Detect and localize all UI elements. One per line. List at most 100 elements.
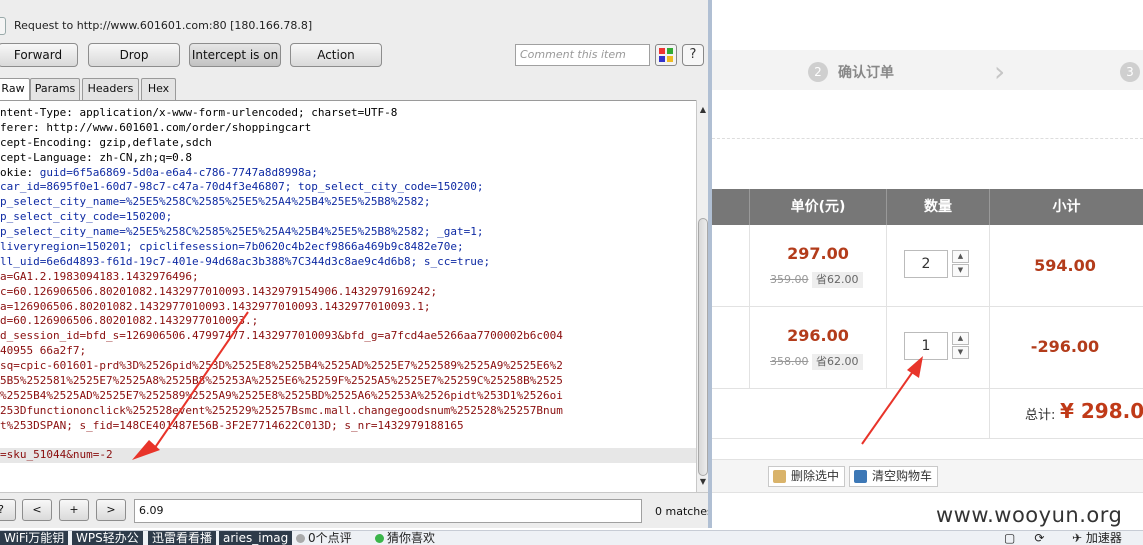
cart-actions: 删除选中 清空购物车 bbox=[712, 459, 1143, 493]
search-input[interactable]: 6.09 bbox=[134, 499, 642, 523]
drop-button[interactable]: Drop bbox=[88, 43, 180, 67]
window-edge-button bbox=[0, 17, 6, 35]
request-line-3: cept-Language: zh-CN,zh;q=0.8 bbox=[0, 151, 696, 166]
header-value: guid=6f5a6869-5d0a-e6a4-c786-7747a8d8998… bbox=[33, 165, 318, 179]
color-swatch bbox=[659, 48, 665, 54]
taskbar-item-wps[interactable]: WPS轻办公 bbox=[72, 531, 143, 545]
row-subtotal: -296.00 bbox=[1030, 337, 1100, 356]
line-text: cept-Language: zh-CN,zh;q=0.8 bbox=[0, 150, 193, 164]
tab-params[interactable]: Params bbox=[30, 78, 80, 100]
tray-icons[interactable]: ▢ ⟳ bbox=[1000, 531, 1048, 545]
scroll-up-icon[interactable]: ▲ bbox=[698, 105, 708, 114]
discount-badge: 省62.00 bbox=[812, 272, 863, 288]
divider bbox=[712, 138, 1143, 139]
button-label: 删除选中 bbox=[791, 469, 840, 483]
request-line-11: a=GA1.2.1983094183.1432976496; bbox=[0, 270, 696, 285]
request-line-7: p_select_city_code=150200; bbox=[0, 210, 696, 225]
line-text: p_select_city_name=%25E5%258C%2585%25E5%… bbox=[0, 195, 431, 209]
watermark: www.wooyun.org bbox=[936, 503, 1123, 527]
burp-intercept-window: Request to http://www.601601.com:80 [180… bbox=[0, 0, 712, 528]
previous-match-button[interactable]: < bbox=[22, 499, 52, 521]
step-number: 2 bbox=[808, 62, 828, 82]
checkout-steps: 2 确认订单 › 3 bbox=[712, 50, 1143, 90]
button-label: 清空购物车 bbox=[872, 469, 933, 483]
delete-selected-button[interactable]: 删除选中 bbox=[768, 466, 846, 487]
taskbar: WiFi万能钥 WPS轻办公 迅雷看看播 aries_imag 0个点评 猜你喜… bbox=[0, 530, 1143, 545]
accelerator-status[interactable]: ✈ 加速器 bbox=[1068, 531, 1126, 545]
qty-up-button[interactable]: ▲ bbox=[952, 332, 969, 345]
step-number: 3 bbox=[1120, 62, 1140, 82]
request-line-6: p_select_city_name=%25E5%258C%2585%25E5%… bbox=[0, 195, 696, 210]
line-text: =sku_51044&num=-2 bbox=[0, 448, 113, 462]
table-row: 296.00 358.00 省62.00 1 ▲ ▼ -296.00 bbox=[712, 307, 1143, 389]
unit-price: 297.00 bbox=[787, 244, 849, 263]
qty-up-button[interactable]: ▲ bbox=[952, 250, 969, 263]
raw-request-editor[interactable]: ntent-Type: application/x-www-form-urlen… bbox=[0, 100, 696, 492]
highlight-color-button[interactable] bbox=[655, 44, 677, 66]
action-button[interactable]: Action bbox=[290, 43, 382, 67]
quantity-input[interactable]: 2 bbox=[904, 250, 948, 278]
chevron-right-icon: › bbox=[994, 55, 1006, 88]
line-text: ferer: http://www.601601.com/order/shopp… bbox=[0, 120, 312, 134]
reviews-label: 0个点评 bbox=[308, 531, 352, 545]
tab-headers[interactable]: Headers bbox=[82, 78, 139, 100]
screen: 2 确认订单 › 3 单价(元) 数量 小计 297.00 359.00 省62… bbox=[0, 0, 1143, 545]
search-bar: ? < + > 6.09 0 matches bbox=[0, 492, 712, 528]
original-price: 358.00 bbox=[770, 355, 809, 368]
request-line-22 bbox=[0, 434, 696, 449]
line-text: liveryregion=150201; cpiclifesession=7b0… bbox=[0, 240, 464, 254]
color-swatch bbox=[667, 56, 673, 62]
reviews-status[interactable]: 0个点评 bbox=[292, 531, 356, 545]
step-confirm-order: 确认订单 bbox=[838, 65, 894, 81]
header-name: okie: bbox=[0, 165, 34, 179]
forward-button[interactable]: Forward bbox=[0, 43, 78, 67]
qty-down-button[interactable]: ▼ bbox=[952, 264, 969, 277]
request-line-18: 5B5%252581%2525E7%2525A8%2525B8%25253A%2… bbox=[0, 374, 696, 389]
request-line-9: liveryregion=150201; cpiclifesession=7b0… bbox=[0, 240, 696, 255]
qty-column-header: 数量 bbox=[924, 199, 952, 215]
qty-down-button[interactable]: ▼ bbox=[952, 346, 969, 359]
line-text: 40955 66a2f7; bbox=[0, 344, 87, 358]
request-line-20: 253Dfunctiononclick%252528event%252529%2… bbox=[0, 404, 696, 419]
request-line-5: car_id=8695f0e1-60d7-98c7-c47a-70d4f3e46… bbox=[0, 180, 696, 195]
total-row bbox=[712, 389, 1143, 439]
line-text: t%253DSPAN; s_fid=148CE401487E56B-3F2E77… bbox=[0, 418, 464, 432]
line-text: d=60.126906506.80201082.1432977010093.; bbox=[0, 314, 259, 328]
recommend-icon bbox=[375, 534, 384, 543]
line-text: ll_uid=6e6d4893-f61d-19c7-401e-94d68ac3b… bbox=[0, 254, 491, 268]
next-match-button[interactable]: > bbox=[96, 499, 126, 521]
intercept-toggle-button[interactable]: Intercept is on bbox=[189, 43, 281, 67]
quantity-input[interactable]: 1 bbox=[904, 332, 948, 360]
line-text: a=GA1.2.1983094183.1432976496; bbox=[0, 269, 199, 283]
help-button[interactable]: ? bbox=[682, 44, 704, 66]
editor-scrollbar[interactable]: ▲ ▼ bbox=[696, 100, 708, 492]
request-line: Request to http://www.601601.com:80 [180… bbox=[14, 19, 313, 32]
request-line-8: p_select_city_name=%25E5%258C%2585%25E5%… bbox=[0, 225, 696, 240]
scroll-down-icon[interactable]: ▼ bbox=[698, 477, 708, 486]
taskbar-item-aries[interactable]: aries_imag bbox=[219, 531, 293, 545]
scroll-thumb[interactable] bbox=[698, 218, 708, 476]
color-swatch bbox=[667, 48, 673, 54]
line-text: car_id=8695f0e1-60d7-98c7-c47a-70d4f3e46… bbox=[0, 180, 484, 194]
line-text: d_session_id=bfd_s=126906506.47997477.14… bbox=[0, 329, 563, 343]
taskbar-item-xunlei[interactable]: 迅雷看看播 bbox=[148, 531, 217, 545]
cart-table-header: 单价(元) 数量 小计 bbox=[712, 189, 1143, 225]
search-help-button[interactable]: ? bbox=[0, 499, 16, 521]
accelerator-label: 加速器 bbox=[1085, 531, 1122, 545]
request-line-4: okie: guid=6f5a6869-5d0a-e6a4-c786-7747a… bbox=[0, 166, 696, 181]
recommend-status[interactable]: 猜你喜欢 bbox=[371, 531, 439, 545]
request-line-16: 40955 66a2f7; bbox=[0, 344, 696, 359]
tab-hex[interactable]: Hex bbox=[141, 78, 176, 100]
comment-input[interactable]: Comment this item bbox=[515, 44, 650, 66]
line-text: a=126906506.80201082.1432977010093.14329… bbox=[0, 299, 431, 313]
clear-cart-button[interactable]: 清空购物车 bbox=[849, 466, 939, 487]
search-options-button[interactable]: + bbox=[59, 499, 89, 521]
taskbar-item-wifi[interactable]: WiFi万能钥 bbox=[0, 531, 69, 545]
subtotal-column-header: 小计 bbox=[1052, 199, 1081, 215]
match-count: 0 matches bbox=[655, 505, 712, 518]
tab-raw[interactable]: Raw bbox=[0, 78, 30, 101]
original-price: 359.00 bbox=[770, 273, 809, 286]
request-line-15: d_session_id=bfd_s=126906506.47997477.14… bbox=[0, 329, 696, 344]
line-text: c=60.126906506.80201082.1432977010093.14… bbox=[0, 284, 438, 298]
line-text: ntent-Type: application/x-www-form-urlen… bbox=[0, 106, 398, 119]
